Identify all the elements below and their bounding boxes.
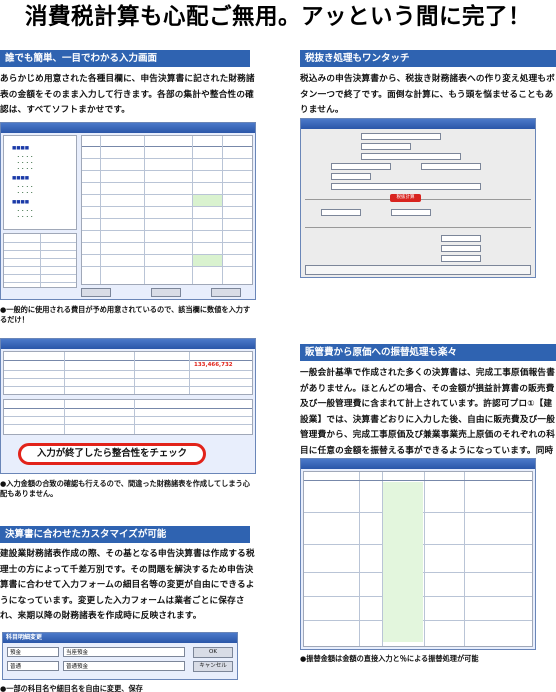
input-note: ●一般的に使用される費目が予め用意されているので、該当欄に数値を入力するだけ！ <box>0 305 251 324</box>
customize-note: ●一部の科目名や細目名を自由に変更、保存 <box>0 684 143 692</box>
window-titlebar <box>301 459 535 469</box>
input-description: あらかじめ用意された各種目欄に、申告決算書に記された財務諸表の金額をそのまま入力… <box>0 74 255 116</box>
window-titlebar <box>1 339 255 349</box>
window-button[interactable] <box>211 288 241 297</box>
window-button[interactable] <box>81 288 111 297</box>
section-heading-transfer: 販管費から原価への振替処理も楽々 <box>300 344 556 361</box>
transfer-grid[interactable] <box>303 471 533 647</box>
tax-description: 税込みの申告決算書から、税抜き財務諸表への作り変え処理もボタン一つで終了です。面… <box>300 74 556 116</box>
transfer-screenshot <box>300 458 536 650</box>
window-titlebar <box>301 119 535 129</box>
totals-panel <box>3 233 77 288</box>
check-grid-top: 133,466,732 <box>3 351 253 395</box>
dialog-title: 科目明細変更 <box>3 633 237 643</box>
entry-form-screenshot: ■■■■ ・・・・ ・・・・ ・・・・ ■■■■ ・・・・ ・・・・ ■■■■ … <box>0 122 256 300</box>
window-titlebar <box>1 123 255 133</box>
row1-value: 当座預金 <box>66 650 89 656</box>
entry-grid[interactable] <box>81 135 253 285</box>
cancel-button[interactable]: キャンセル <box>193 661 233 672</box>
mismatch-amount: 133,466,732 <box>194 362 233 368</box>
row2-label: 普通 <box>10 664 22 670</box>
check-note: ●入力金額の合致の確認も行えるので、間違った財務諸表を作成してしまう心配もありま… <box>0 479 250 498</box>
section-heading-input: 誰でも簡単、一目でわかる入力画面 <box>0 50 250 67</box>
check-grid-bottom <box>3 399 253 435</box>
account-tree-panel: ■■■■ ・・・・ ・・・・ ・・・・ ■■■■ ・・・・ ・・・・ ■■■■ … <box>3 135 77 230</box>
transfer-note: ●振替金額は金額の直接入力と％による振替処理が可能 <box>300 654 479 663</box>
tax-exclude-button[interactable]: 税抜計算 <box>390 194 421 202</box>
check-callout: 入力が終了したら整合性をチェック <box>18 443 206 465</box>
customize-description: 建設業財務諸表作成の際、その基となる申告決算書は作成する税理士の方によって千差万… <box>0 549 255 622</box>
rename-dialog: 科目明細変更 預金 当座預金 普通 普通預金 OK キャンセル <box>2 632 238 680</box>
row1-label: 預金 <box>10 650 22 656</box>
section-heading-tax: 税抜き処理もワンタッチ <box>300 50 556 67</box>
headline: 消費税計算も心配ご無用。アッという間に完了！ <box>24 4 531 30</box>
window-button[interactable] <box>151 288 181 297</box>
ok-button[interactable]: OK <box>193 647 233 658</box>
section-heading-customize: 決算書に合わせたカスタマイズが可能 <box>0 526 250 543</box>
row2-value: 普通預金 <box>66 664 89 670</box>
